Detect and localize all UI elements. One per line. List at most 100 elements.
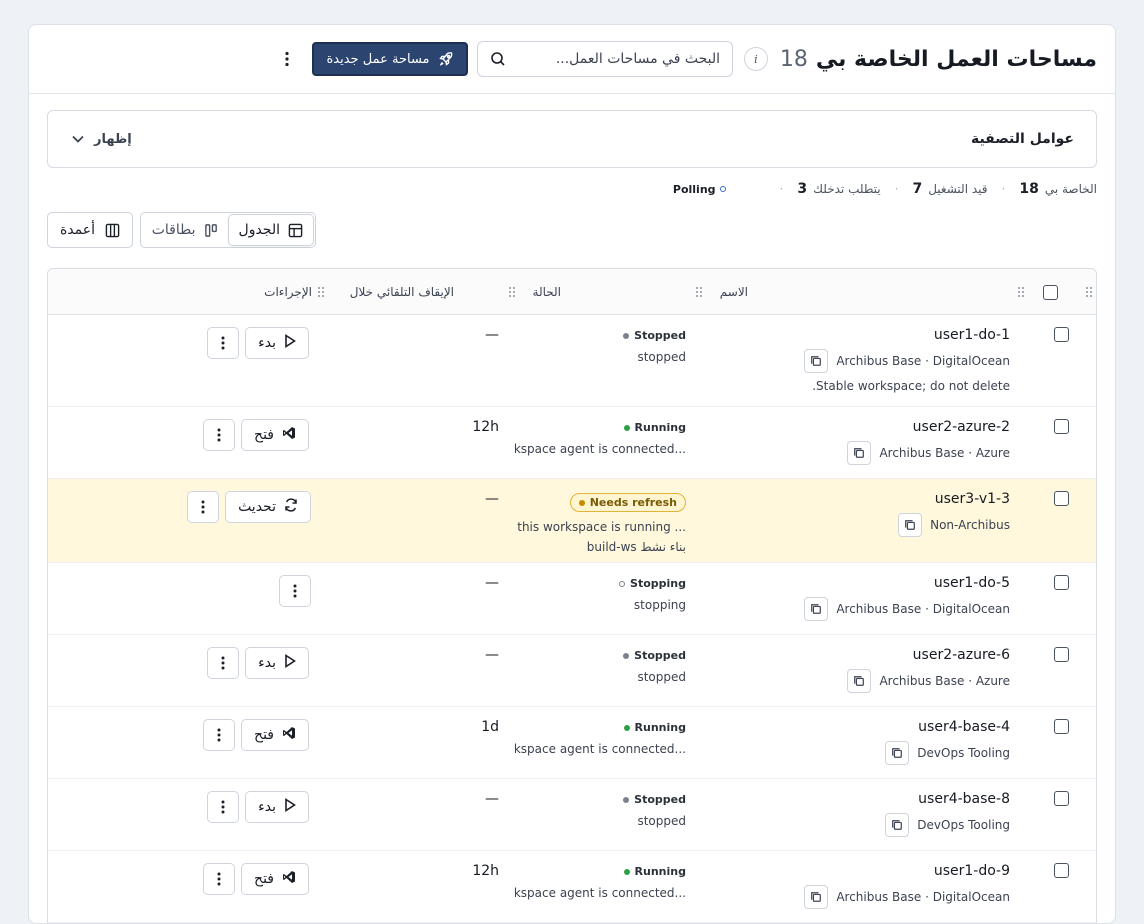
actions-cell: فتح — [185, 419, 309, 451]
copy-button[interactable] — [898, 513, 923, 537]
row-action-button[interactable]: تحديث — [225, 491, 311, 523]
summary-running[interactable]: قيد التشغيل7 — [912, 181, 987, 197]
row-action-button[interactable]: بدء — [245, 327, 309, 359]
row-checkbox[interactable] — [1054, 719, 1069, 734]
row-action-label: بدء — [258, 335, 276, 351]
column-header-autostop[interactable]: الإيقاف التلقائي خلال — [350, 269, 454, 315]
row-grip-header[interactable] — [1082, 269, 1096, 315]
workspace-name[interactable]: user4-base-8 — [885, 791, 1010, 807]
template-label: Archibus Base · Azure — [879, 446, 1010, 460]
summary-attention[interactable]: يتطلب تدخلك3 — [797, 181, 880, 197]
select-all-checkbox[interactable] — [1043, 284, 1058, 300]
new-workspace-button[interactable]: مساحة عمل جديدة — [312, 42, 468, 76]
summary-bar: الخاصة بي18 · قيد التشغيل7 · يتطلب تدخلك… — [673, 181, 1097, 197]
row-select-cell — [1054, 863, 1069, 878]
status-grip[interactable] — [694, 269, 704, 315]
row-actions: فتح — [185, 719, 309, 751]
actions-cell: بدء — [185, 327, 309, 359]
select-all-cell — [1043, 269, 1058, 315]
row-action-label: تحديث — [238, 499, 276, 515]
action-icon — [282, 870, 296, 888]
workspace-name[interactable]: user4-base-4 — [885, 719, 1010, 735]
row-checkbox[interactable] — [1054, 647, 1069, 662]
template-label: Archibus Base · DigitalOcean — [836, 890, 1010, 904]
info-icon[interactable]: i — [743, 47, 768, 71]
name-grip[interactable] — [1016, 269, 1026, 315]
autostop-grip[interactable] — [507, 269, 517, 315]
row-action-button[interactable]: بدء — [245, 791, 309, 823]
copy-icon — [811, 356, 822, 366]
workspaces-table: الاسم الحالة الإيقاف التلقائي خلال الإجر… — [47, 268, 1097, 923]
copy-button[interactable] — [847, 669, 872, 693]
actions-cell: فتح — [185, 863, 309, 895]
autostop-cell: — — [485, 791, 499, 807]
workspace-name[interactable]: user1-do-9 — [804, 863, 1010, 879]
row-action-button[interactable]: فتح — [241, 719, 309, 751]
play-icon — [285, 654, 296, 668]
row-more-button[interactable] — [279, 575, 311, 607]
filters-toggle[interactable]: إظهار — [72, 132, 132, 147]
autostop-value: 12h — [472, 419, 499, 435]
status-detail-secondary: بناء نشط build-ws — [586, 540, 686, 554]
row-checkbox[interactable] — [1054, 575, 1069, 590]
page-title: مساحات العمل الخاصة بي — [815, 46, 1097, 72]
copy-button[interactable] — [885, 741, 910, 765]
more-options-button[interactable] — [277, 47, 297, 71]
summary-separator: · — [779, 182, 784, 196]
search-input[interactable] — [506, 51, 720, 67]
drag-handle-icon — [1018, 287, 1024, 297]
copy-button[interactable] — [885, 813, 910, 837]
row-action-label: فتح — [254, 871, 274, 887]
copy-button[interactable] — [804, 349, 829, 373]
view-switch: الجدول بطاقات — [140, 212, 316, 248]
actions-cell — [279, 575, 311, 607]
columns-button[interactable]: أعمدة — [47, 212, 133, 248]
row-action-button[interactable]: بدء — [245, 647, 309, 679]
table-row: user2-azure-6 Archibus Base · Azure Stop… — [48, 635, 1096, 707]
table-row: user3-v1-3 Non-Archibus Needs refresh ..… — [48, 479, 1096, 563]
row-checkbox[interactable] — [1054, 327, 1069, 342]
row-checkbox[interactable] — [1054, 419, 1069, 434]
row-action-button[interactable]: فتح — [241, 863, 309, 895]
cards-view-button[interactable]: بطاقات — [142, 215, 229, 245]
workspace-name[interactable]: user3-v1-3 — [898, 491, 1010, 507]
table-view-button[interactable]: الجدول — [228, 215, 313, 245]
workspace-name[interactable]: user2-azure-6 — [847, 647, 1010, 663]
row-more-button[interactable] — [203, 719, 236, 751]
workspace-name[interactable]: user2-azure-2 — [847, 419, 1010, 435]
table-header: الاسم الحالة الإيقاف التلقائي خلال الإجر… — [48, 269, 1096, 315]
table-body: user1-do-1 Archibus Base · DigitalOcean … — [48, 315, 1096, 923]
row-more-button[interactable] — [207, 327, 240, 359]
play-icon — [285, 798, 296, 812]
row-more-button[interactable] — [187, 491, 220, 523]
template-label: DevOps Tooling — [917, 818, 1010, 832]
row-more-button[interactable] — [207, 647, 240, 679]
row-more-button[interactable] — [203, 419, 236, 451]
row-action-button[interactable]: فتح — [241, 419, 309, 451]
row-checkbox[interactable] — [1054, 863, 1069, 878]
autostop-cell: 1d — [481, 719, 499, 735]
status-label: Needs refresh — [589, 496, 677, 509]
summary-mine[interactable]: الخاصة بي18 — [1019, 181, 1097, 197]
drag-handle-icon — [1086, 287, 1092, 297]
actions-grip[interactable] — [316, 269, 326, 315]
column-header-actions[interactable]: الإجراءات — [264, 269, 312, 315]
status-dot-icon — [619, 580, 626, 587]
table-row: user1-do-5 Archibus Base · DigitalOcean … — [48, 563, 1096, 635]
copy-button[interactable] — [804, 885, 829, 909]
template-label: Archibus Base · DigitalOcean — [836, 354, 1010, 368]
status-detail: ...kspace agent is connected — [513, 442, 686, 456]
row-more-button[interactable] — [207, 791, 240, 823]
status-label: Running — [634, 865, 686, 878]
column-header-name[interactable]: الاسم — [720, 269, 748, 315]
copy-button[interactable] — [847, 441, 872, 465]
copy-button[interactable] — [804, 597, 829, 621]
workspace-name[interactable]: user1-do-5 — [804, 575, 1010, 591]
workspace-name[interactable]: user1-do-1 — [804, 327, 1010, 343]
status-badge: Running — [623, 865, 686, 878]
row-more-button[interactable] — [203, 863, 236, 895]
row-checkbox[interactable] — [1054, 491, 1069, 506]
row-checkbox[interactable] — [1054, 791, 1069, 806]
column-header-status[interactable]: الحالة — [533, 269, 561, 315]
row-action-label: فتح — [254, 727, 274, 743]
